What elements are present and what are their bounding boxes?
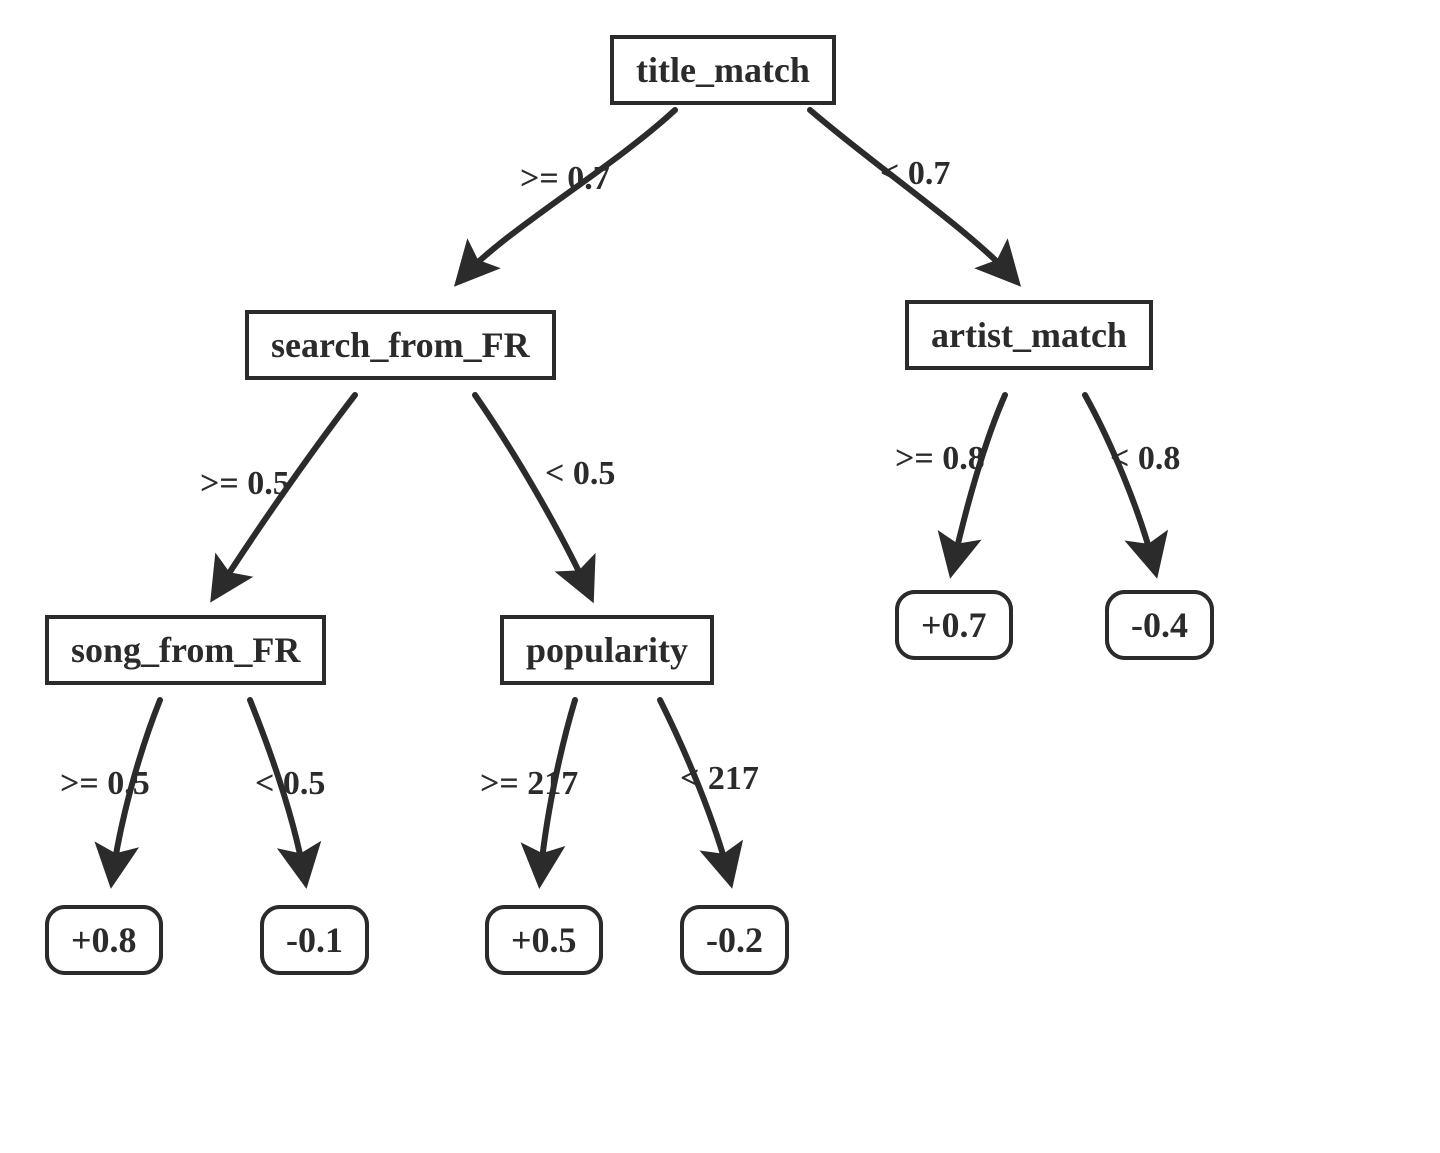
edge-label-n3-left: >= 0.8 — [895, 440, 985, 478]
tree-edges — [0, 0, 1440, 1153]
edge-label-n2-left: >= 0.5 — [200, 465, 290, 503]
edge-root-n3 — [810, 110, 1015, 280]
leaf-plus-0-8: +0.8 — [45, 905, 163, 975]
edge-n2-n5 — [475, 395, 590, 595]
leaf-plus-0-7: +0.7 — [895, 590, 1013, 660]
leaf-minus-0-4: -0.4 — [1105, 590, 1214, 660]
edge-label-root-right: < 0.7 — [880, 155, 950, 193]
node-song-from-fr: song_from_FR — [45, 615, 326, 685]
edge-label-root-left: >= 0.7 — [520, 160, 610, 198]
edge-label-n2-right: < 0.5 — [545, 455, 615, 493]
edge-n3-l6 — [1085, 395, 1155, 570]
edge-label-n5-left: >= 217 — [480, 765, 578, 803]
edge-n3-l5 — [952, 395, 1005, 570]
edge-label-n5-right: < 217 — [680, 760, 759, 798]
edge-label-n4-right: < 0.5 — [255, 765, 325, 803]
edge-label-n4-left: >= 0.5 — [60, 765, 150, 803]
decision-tree-diagram: title_match search_from_FR artist_match … — [0, 0, 1440, 1153]
leaf-minus-0-2: -0.2 — [680, 905, 789, 975]
leaf-minus-0-1: -0.1 — [260, 905, 369, 975]
node-search-from-fr: search_from_FR — [245, 310, 556, 380]
node-title-match: title_match — [610, 35, 836, 105]
leaf-plus-0-5: +0.5 — [485, 905, 603, 975]
node-artist-match: artist_match — [905, 300, 1153, 370]
edge-label-n3-right: < 0.8 — [1110, 440, 1180, 478]
node-popularity: popularity — [500, 615, 714, 685]
